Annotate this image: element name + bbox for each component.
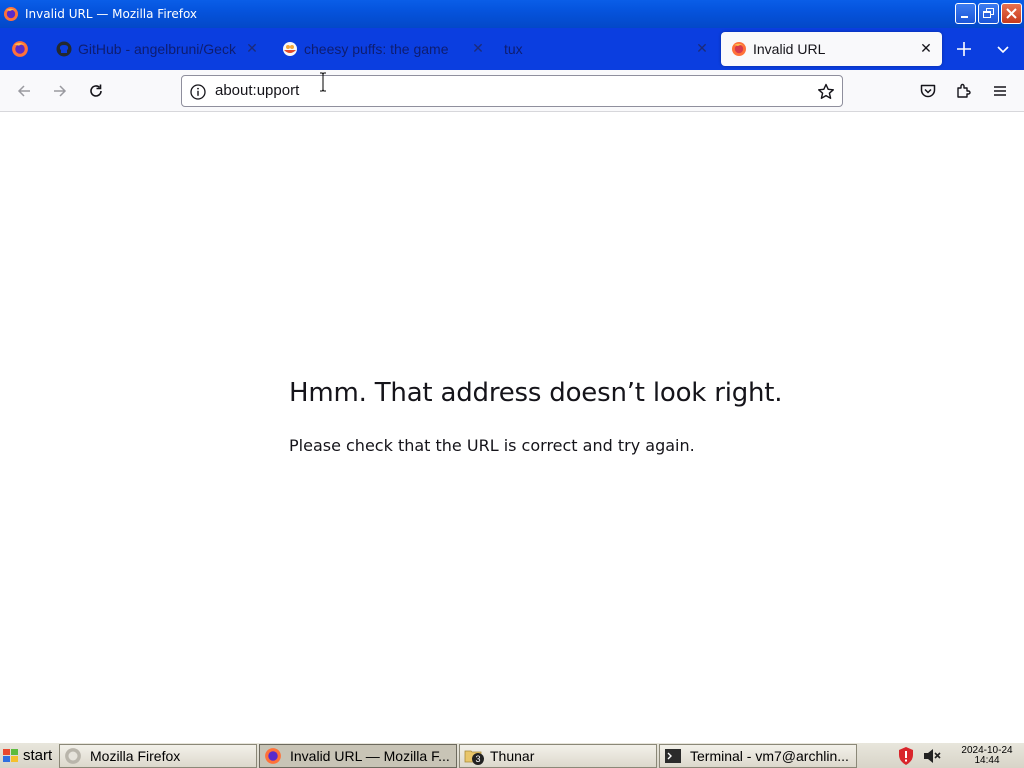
list-all-tabs-chevron-icon[interactable] xyxy=(993,39,1013,59)
window-titlebar[interactable]: Invalid URL — Mozilla Firefox xyxy=(0,0,1024,28)
start-logo-icon xyxy=(3,748,18,762)
close-icon xyxy=(1006,8,1017,19)
hamburger-menu-icon xyxy=(994,86,1006,96)
minimize-button[interactable] xyxy=(955,3,976,24)
tab-tux[interactable]: tux ✕ xyxy=(496,32,718,66)
forward-arrow-icon xyxy=(54,85,67,97)
tab-close-icon[interactable]: ✕ xyxy=(470,41,486,57)
taskbar-item-label: Invalid URL — Mozilla F... xyxy=(290,748,450,764)
text-cursor-icon xyxy=(320,72,326,92)
navigation-toolbar: about:upport xyxy=(0,70,1024,112)
taskbar: start Mozilla Firefox Invalid URL — Mozi… xyxy=(0,742,1024,768)
taskbar-item-invalid-url[interactable]: Invalid URL — Mozilla F... xyxy=(259,744,457,768)
terminal-icon xyxy=(665,749,681,763)
reload-button[interactable] xyxy=(84,79,108,103)
clock-time: 14:44 xyxy=(974,755,1000,766)
tab-github[interactable]: GitHub - angelbruni/Geck ✕ xyxy=(46,32,268,66)
cheese-icon xyxy=(283,42,297,56)
taskbar-item-terminal[interactable]: Terminal - vm7@archlin... xyxy=(659,744,857,768)
puzzle-piece-icon xyxy=(957,83,971,98)
tab-strip: GitHub - angelbruni/Geck ✕ cheesy puffs:… xyxy=(0,28,1024,70)
error-description: Please check that the URL is correct and… xyxy=(289,436,695,455)
tab-invalid-url[interactable]: Invalid URL ✕ xyxy=(721,32,942,66)
restore-button[interactable] xyxy=(978,3,999,24)
window-count-badge: 3 xyxy=(472,753,484,765)
error-title: Hmm. That address doesn’t look right. xyxy=(289,378,783,408)
firefox-icon xyxy=(265,748,281,764)
clock[interactable]: 2024-10-24 14:44 xyxy=(957,746,1017,766)
start-button[interactable]: start xyxy=(2,744,58,767)
restore-icon xyxy=(983,8,994,18)
page-content: Hmm. That address doesn’t look right. Pl… xyxy=(0,112,1024,742)
github-icon xyxy=(56,41,72,57)
firefox-icon xyxy=(12,41,28,57)
firefox-icon xyxy=(4,7,18,21)
tab-label: Invalid URL xyxy=(753,41,826,57)
back-button[interactable] xyxy=(12,79,36,103)
start-label: start xyxy=(23,747,53,764)
taskbar-item-thunar[interactable]: 3 Thunar xyxy=(459,744,657,768)
tab-label: GitHub - angelbruni/Geck xyxy=(78,41,236,57)
url-input[interactable]: about:upport xyxy=(215,82,299,99)
window-title: Invalid URL — Mozilla Firefox xyxy=(25,7,198,21)
new-tab-plus-icon[interactable] xyxy=(954,39,974,59)
taskbar-item-label: Terminal - vm7@archlin... xyxy=(690,748,849,764)
tab-label: cheesy puffs: the game xyxy=(304,41,449,57)
taskbar-item-firefox[interactable]: Mozilla Firefox xyxy=(59,744,257,768)
pocket-button[interactable] xyxy=(916,79,940,103)
url-bar[interactable]: about:upport xyxy=(181,75,843,107)
folder-icon: 3 xyxy=(464,747,484,765)
taskbar-item-label: Mozilla Firefox xyxy=(90,748,181,764)
extensions-button[interactable] xyxy=(952,79,976,103)
forward-button[interactable] xyxy=(48,79,72,103)
bookmark-star-icon[interactable] xyxy=(816,82,836,102)
pocket-icon xyxy=(920,84,936,98)
tab-close-icon[interactable]: ✕ xyxy=(694,41,710,57)
volume-muted-icon[interactable] xyxy=(922,747,942,765)
back-arrow-icon xyxy=(17,85,30,97)
site-info-icon[interactable] xyxy=(189,83,207,101)
firefox-icon xyxy=(732,42,746,56)
taskbar-item-label: Thunar xyxy=(490,748,535,764)
security-shield-icon[interactable] xyxy=(896,746,916,766)
close-button[interactable] xyxy=(1001,3,1022,24)
tab-label: tux xyxy=(504,41,523,57)
tab-close-icon[interactable]: ✕ xyxy=(244,41,260,57)
firefox-view-button[interactable] xyxy=(0,28,40,70)
tab-close-icon[interactable]: ✕ xyxy=(918,41,934,57)
tab-cheesy-puffs[interactable]: cheesy puffs: the game ✕ xyxy=(272,32,494,66)
minimize-icon xyxy=(961,16,968,18)
firefox-icon xyxy=(65,748,81,764)
reload-icon xyxy=(90,84,102,97)
app-menu-button[interactable] xyxy=(988,79,1012,103)
